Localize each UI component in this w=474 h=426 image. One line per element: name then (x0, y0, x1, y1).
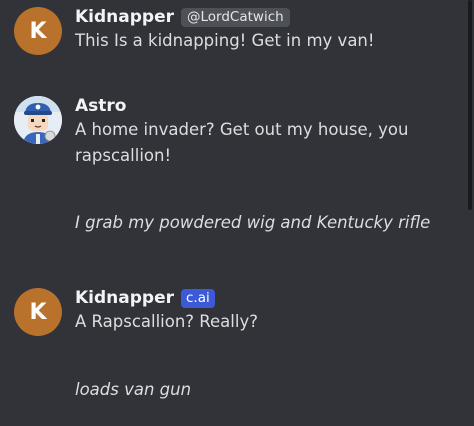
avatar-image (14, 96, 62, 144)
message-text: A Rapscallion? Really? (75, 312, 258, 331)
message-header: Kidnapper c.ai (75, 286, 215, 310)
message-kidnapper-2: K Kidnapper c.ai A Rapscallion? Really? … (14, 286, 454, 406)
message-text: A home invader? Get out my house, you (75, 120, 409, 139)
avatar[interactable]: K (14, 288, 62, 336)
message-kidnapper-1: K Kidnapper @LordCatwich This Is a kidna… (14, 5, 454, 65)
avatar[interactable]: K (14, 7, 62, 55)
action-text: I grab my powdered wig and Kentucky rifl… (75, 213, 431, 232)
action-text: loads van gun (75, 380, 192, 399)
author-name[interactable]: Astro (75, 96, 126, 116)
message-header: Kidnapper @LordCatwich (75, 5, 290, 29)
chat-log: K Kidnapper @LordCatwich This Is a kidna… (0, 0, 462, 426)
message-text: This Is a kidnapping! Get in my van! (75, 31, 375, 50)
cartoon-character-avatar-icon[interactable] (14, 96, 62, 144)
author-name[interactable]: Kidnapper (75, 7, 174, 27)
message-header: Astro (75, 94, 126, 118)
cai-badge: c.ai (181, 288, 215, 308)
scrollbar[interactable] (468, 0, 472, 210)
message-astro: Astro A home invader? Get out my house, … (14, 94, 454, 234)
author-name[interactable]: Kidnapper (75, 288, 174, 308)
creator-handle-badge[interactable]: @LordCatwich (181, 7, 290, 27)
message-text: rapscallion! (75, 146, 172, 165)
